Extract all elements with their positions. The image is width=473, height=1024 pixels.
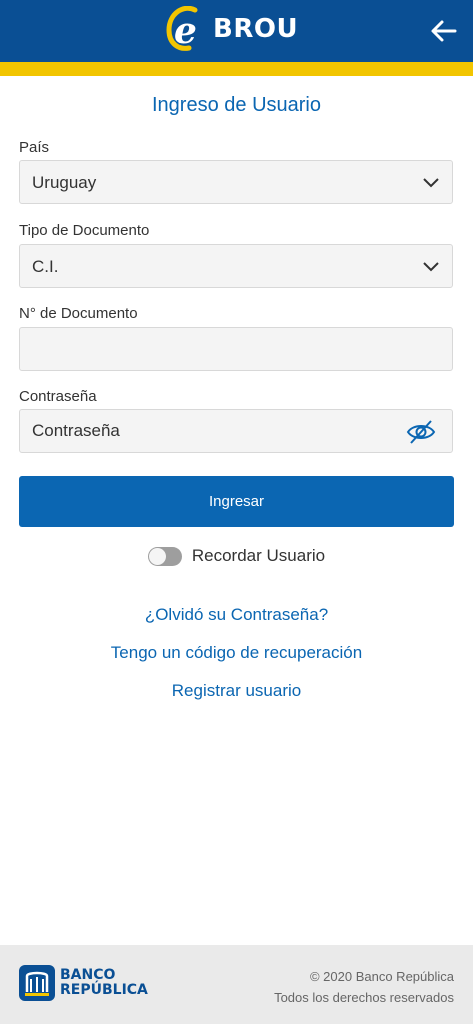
recovery-code-link[interactable]: Tengo un código de recuperación — [0, 643, 473, 663]
login-button[interactable]: Ingresar — [19, 476, 454, 527]
chevron-down-icon — [423, 178, 439, 188]
doc-number-input[interactable] — [20, 328, 452, 370]
e-logo-icon: e — [166, 6, 198, 52]
toggle-knob — [148, 547, 166, 565]
bank-name-line1: BANCO — [60, 967, 116, 983]
doc-type-select[interactable]: C.I. — [19, 244, 453, 288]
page-title: Ingreso de Usuario — [152, 94, 321, 116]
password-label: Contraseña — [19, 388, 97, 405]
chevron-down-icon — [423, 262, 439, 272]
bank-name: BANCO REPÚBLICA — [60, 968, 148, 998]
register-user-link[interactable]: Registrar usuario — [0, 681, 473, 701]
copyright-text: © 2020 Banco República — [309, 969, 454, 984]
arrow-left-icon[interactable] — [429, 16, 459, 46]
password-input[interactable] — [20, 410, 452, 452]
bank-name-line2: REPÚBLICA — [60, 982, 148, 998]
remember-user-toggle[interactable] — [147, 546, 182, 566]
bank-logo-icon — [19, 965, 55, 1001]
rights-text: Todos los derechos reservados — [274, 990, 454, 1005]
brou-logo: e BROU — [165, 6, 298, 52]
country-label: País — [19, 139, 50, 156]
footer-legal: © 2020 Banco República Todos los derecho… — [274, 966, 454, 1008]
brand-text: BROU — [213, 14, 299, 44]
remember-user-row: Recordar Usuario — [0, 546, 473, 566]
doc-type-value: C.I. — [32, 257, 59, 276]
footer: BANCO REPÚBLICA © 2020 Banco República T… — [0, 945, 473, 1024]
banco-republica-logo: BANCO REPÚBLICA — [19, 965, 148, 1001]
doc-type-label: Tipo de Documento — [19, 222, 150, 239]
top-bar: e BROU — [0, 0, 473, 62]
forgot-password-link[interactable]: ¿Olvidó su Contraseña? — [0, 605, 473, 625]
svg-text:e: e — [174, 10, 197, 52]
header-stripe — [0, 62, 473, 76]
country-value: Uruguay — [32, 173, 97, 192]
doc-number-label: N° de Documento — [19, 305, 138, 322]
doc-number-field[interactable] — [19, 327, 453, 371]
eye-slash-icon[interactable] — [406, 419, 436, 445]
password-field[interactable] — [19, 409, 453, 453]
remember-user-label: Recordar Usuario — [191, 546, 326, 565]
country-select[interactable]: Uruguay — [19, 160, 453, 204]
